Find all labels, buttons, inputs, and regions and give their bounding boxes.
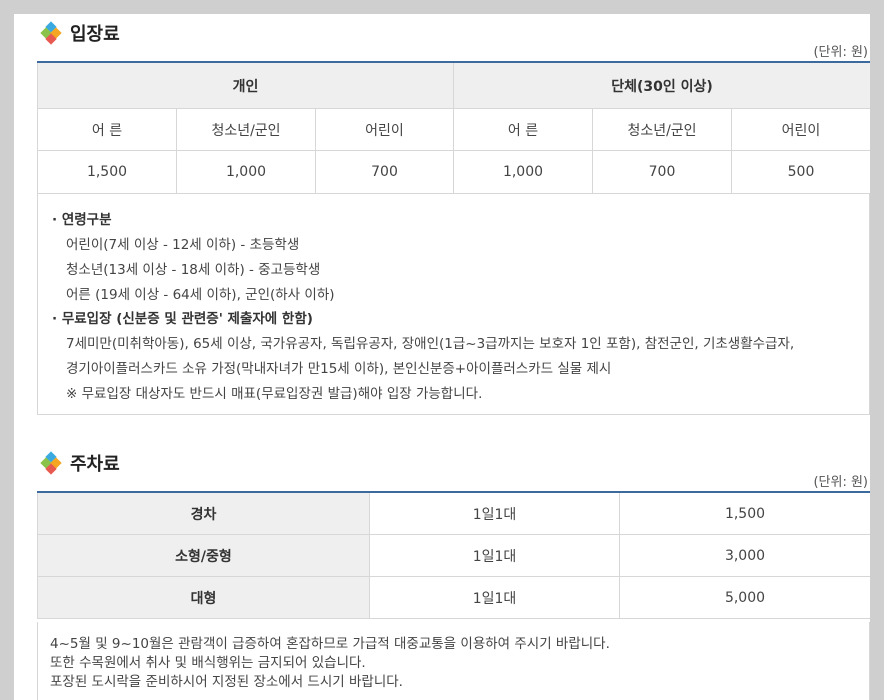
age-line: 청소년(13세 이상 - 18세 이하) - 중고등학생	[66, 262, 321, 278]
admission-unit: (단위: 원)	[813, 45, 868, 60]
free-line: 7세미만(미취학아동), 65세 이상, 국가유공자, 독립유공자, 장애인(1…	[66, 336, 795, 352]
price-cell: 700	[592, 150, 732, 194]
price-cell: 700	[315, 150, 454, 194]
parking-price: 5,000	[619, 576, 870, 619]
parking-unit-cell: 1일1대	[369, 491, 620, 535]
price-cell: 1,000	[176, 150, 316, 194]
parking-note-line: 포장된 도시락을 준비하시어 지정된 장소에서 드시기 바랍니다.	[50, 674, 403, 690]
admission-table: 개인 단체(30인 이상) 어 른 청소년/군인 어린이 어 른 청소년/군인 …	[37, 61, 870, 194]
group-individual: 개인	[37, 61, 454, 109]
parking-unit-cell: 1일1대	[369, 534, 620, 577]
group-team: 단체(30인 이상)	[453, 61, 870, 109]
diamond-bullet-icon	[40, 21, 62, 45]
age-heading: · 연령구분	[52, 212, 112, 228]
parking-title: 주차료	[70, 454, 120, 475]
vehicle-type: 경차	[37, 491, 370, 535]
parking-unit: (단위: 원)	[813, 475, 868, 490]
parking-note-line: 또한 수목원에서 취사 및 배식행위는 금지되어 있습니다.	[50, 655, 366, 671]
table-row: 소형/중형 1일1대 3,000	[37, 534, 870, 577]
age-line: 어른 (19세 이상 - 64세 이하), 군인(하사 이하)	[66, 287, 335, 303]
admission-price-row: 1,500 1,000 700 1,000 700 500	[37, 150, 870, 194]
parking-price: 1,500	[619, 491, 870, 535]
price-cell: 500	[731, 150, 870, 194]
table-row: 경차 1일1대 1,500	[37, 491, 870, 535]
vehicle-type: 소형/중형	[37, 534, 370, 577]
admission-group-row: 개인 단체(30인 이상)	[37, 61, 870, 109]
admission-notes: · 연령구분 어린이(7세 이상 - 12세 이하) - 초등학생 청소년(13…	[37, 194, 870, 415]
col-group-youth: 청소년/군인	[592, 108, 732, 151]
col-adult: 어 른	[37, 108, 177, 151]
admission-category-row: 어 른 청소년/군인 어린이 어 른 청소년/군인 어린이	[37, 108, 870, 151]
price-cell: 1,500	[37, 150, 177, 194]
admission-title: 입장료	[70, 24, 120, 45]
age-line: 어린이(7세 이상 - 12세 이하) - 초등학생	[66, 237, 300, 253]
admission-section-title: 입장료	[40, 20, 120, 46]
parking-notes: 4~5월 및 9~10월은 관람객이 급증하여 혼잡하므로 가급적 대중교통을 …	[37, 622, 870, 700]
parking-section-title: 주차료	[40, 450, 120, 476]
table-row: 대형 1일1대 5,000	[37, 576, 870, 619]
diamond-bullet-icon	[40, 451, 62, 475]
free-notice: ※ 무료입장 대상자도 반드시 매표(무료입장권 발급)해야 입장 가능합니다.	[66, 386, 483, 402]
parking-note-line: 4~5월 및 9~10월은 관람객이 급증하여 혼잡하므로 가급적 대중교통을 …	[50, 636, 610, 652]
parking-price: 3,000	[619, 534, 870, 577]
free-line: 경기아이플러스카드 소유 가정(막내자녀가 만15세 이하), 본인신분증+아이…	[66, 361, 612, 377]
free-heading: · 무료입장 (신분증 및 관련증' 제출자에 한함)	[52, 311, 313, 327]
fee-page: 입장료 (단위: 원) 개인 단체(30인 이상) 어 른 청소년/군인 어린이…	[14, 14, 870, 700]
vehicle-type: 대형	[37, 576, 370, 619]
price-cell: 1,000	[453, 150, 593, 194]
col-child: 어린이	[315, 108, 454, 151]
col-group-child: 어린이	[731, 108, 870, 151]
col-youth: 청소년/군인	[176, 108, 316, 151]
parking-unit-cell: 1일1대	[369, 576, 620, 619]
parking-table: 경차 1일1대 1,500 소형/중형 1일1대 3,000 대형 1일1대 5…	[37, 491, 870, 619]
col-group-adult: 어 른	[453, 108, 593, 151]
